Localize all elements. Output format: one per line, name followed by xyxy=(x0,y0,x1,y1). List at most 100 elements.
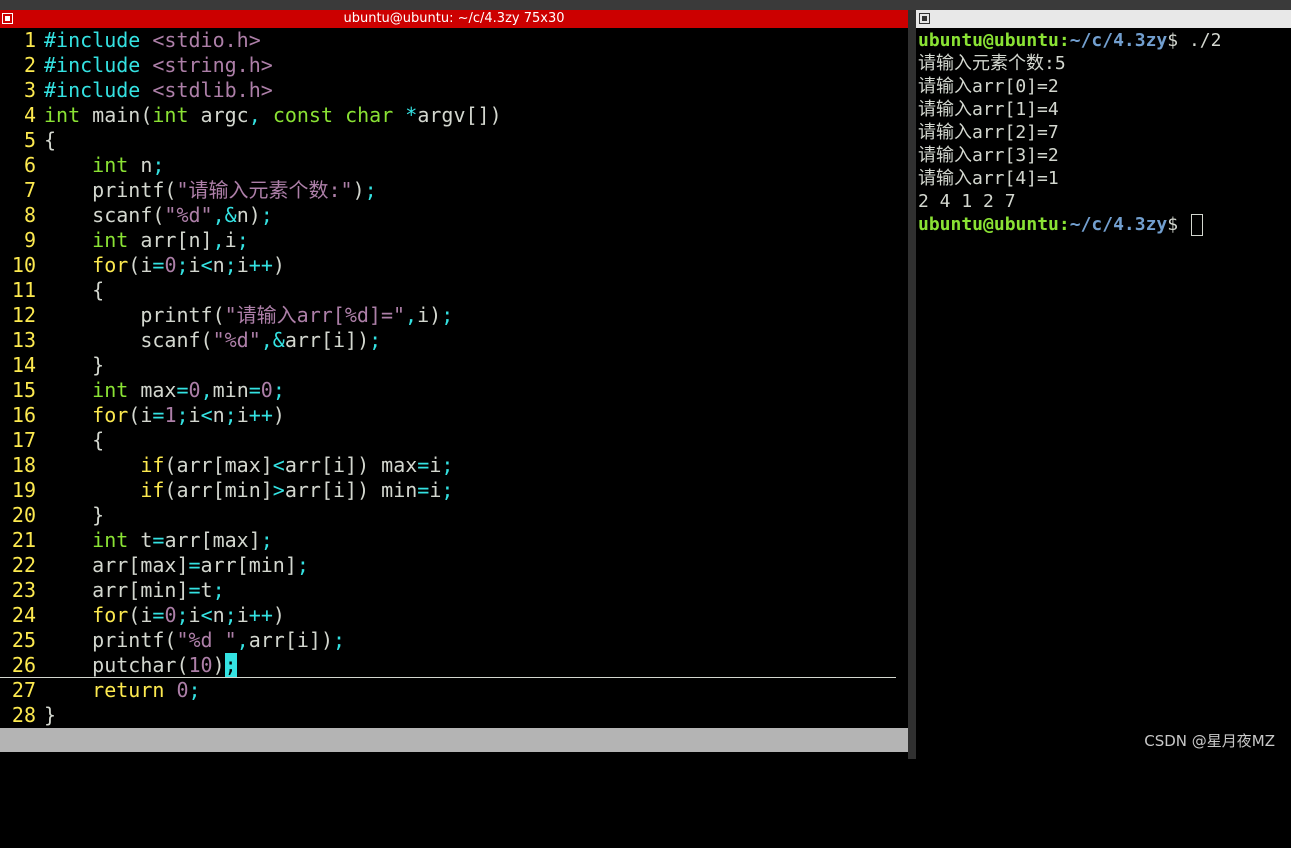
code-text: printf("请输入arr[%d]=",i); xyxy=(44,303,454,327)
prompt-line-current[interactable]: ubuntu@ubuntu:~/c/4.3zy$ xyxy=(918,213,1221,236)
line-number: 12 xyxy=(11,303,36,327)
code-line[interactable]: 11 { xyxy=(0,278,908,303)
line-number: 23 xyxy=(11,578,36,602)
code-text: #include <stdlib.h> xyxy=(44,78,273,102)
code-text: } xyxy=(44,353,105,377)
code-line[interactable]: 9 int arr[n],i; xyxy=(0,228,908,253)
status-scroll-indicator: All xyxy=(860,800,897,824)
line-number: 9 xyxy=(23,228,36,252)
code-line[interactable]: 1 #include <stdio.h> xyxy=(0,28,908,53)
code-line[interactable]: 19 if(arr[min]>arr[i]) min=i; xyxy=(0,478,908,503)
line-number: 6 xyxy=(23,153,36,177)
right-terminal-titlebar[interactable] xyxy=(916,10,1291,28)
code-line[interactable]: 21 int t=arr[max]; xyxy=(0,528,908,553)
prompt-line: ubuntu@ubuntu:~/c/4.3zy$ ./2 xyxy=(918,30,1222,51)
line-number: 16 xyxy=(11,403,36,427)
output-line: 2 4 1 2 7 xyxy=(918,191,1016,212)
code-text: int max=0,min=0; xyxy=(92,378,285,402)
line-number: 24 xyxy=(11,603,36,627)
line-number: 4 xyxy=(23,103,36,127)
code-text: scanf("%d",&arr[i]); xyxy=(44,328,382,352)
code-line[interactable]: 26 putchar(10); xyxy=(0,653,896,678)
line-number: 8 xyxy=(23,203,36,227)
line-number: 5 xyxy=(23,128,36,152)
code-line[interactable]: 22 arr[max]=arr[min]; xyxy=(0,553,908,578)
code-text: printf("%d ",arr[i]); xyxy=(44,628,346,652)
code-line[interactable]: 13 scanf("%d",&arr[i]); xyxy=(0,328,908,353)
line-number: 15 xyxy=(11,378,36,402)
code-text: putchar(10); xyxy=(44,653,237,677)
terminal-output[interactable]: ubuntu@ubuntu:~/c/4.3zy$ ./2 请输入元素个数:5 请输… xyxy=(918,29,1221,236)
code-text: { xyxy=(44,128,57,152)
code-text: } xyxy=(44,703,57,727)
code-line[interactable]: 3 #include <stdlib.h> xyxy=(0,78,908,103)
line-number: 18 xyxy=(11,453,36,477)
code-text: int arr[n],i; xyxy=(92,228,249,252)
code-text: return 0; xyxy=(92,678,201,702)
code-line[interactable]: 27 return 0; xyxy=(0,678,908,703)
code-text: int main(int argc, const char *argv[]) xyxy=(44,103,502,127)
code-line[interactable]: 28} xyxy=(0,703,908,728)
status-filename: 2.c xyxy=(0,752,37,776)
output-line: 请输入arr[0]=2 xyxy=(918,76,1059,97)
code-text: arr[max]=arr[min]; xyxy=(44,553,309,577)
code-line[interactable]: 4 int main(int argc, const char *argv[]) xyxy=(0,103,908,128)
vim-status-line: 2.c 26,13-16 All xyxy=(0,728,908,824)
code-line[interactable]: 8 scanf("%d",&n); xyxy=(0,203,908,228)
line-number: 10 xyxy=(11,253,36,277)
window-menu-icon[interactable] xyxy=(2,13,13,24)
code-text: { xyxy=(44,428,105,452)
window-menu-icon[interactable] xyxy=(919,13,930,24)
command-text: ./2 xyxy=(1178,30,1222,51)
code-text: if(arr[min]>arr[i]) min=i; xyxy=(140,478,454,502)
shell-terminal-window[interactable]: ubuntu@ubuntu:~/c/4.3zy$ ./2 请输入元素个数:5 请输… xyxy=(916,10,1291,759)
code-line[interactable]: 2 #include <string.h> xyxy=(0,53,908,78)
code-text: int n; xyxy=(92,153,165,177)
vim-terminal-window[interactable]: ubuntu@ubuntu: ~/c/4.3zy 75x30 1 #include… xyxy=(0,10,908,824)
code-line[interactable]: 18 if(arr[max]<arr[i]) max=i; xyxy=(0,453,908,478)
code-text: if(arr[max]<arr[i]) max=i; xyxy=(140,453,454,477)
code-line[interactable]: 6 int n; xyxy=(0,153,908,178)
code-text: for(i=0;i<n;i++) xyxy=(92,603,285,627)
code-text: } xyxy=(44,503,105,527)
line-number: 7 xyxy=(23,178,36,202)
code-text: printf("请输入元素个数:"); xyxy=(44,178,377,202)
code-line[interactable]: 7 printf("请输入元素个数:"); xyxy=(0,178,908,203)
code-line[interactable]: 15 int max=0,min=0; xyxy=(0,378,908,403)
line-number: 28 xyxy=(11,703,36,727)
line-number: 22 xyxy=(11,553,36,577)
code-line[interactable]: 16 for(i=1;i<n;i++) xyxy=(0,403,908,428)
code-line[interactable]: 17 { xyxy=(0,428,908,453)
line-number: 21 xyxy=(11,528,36,552)
code-line[interactable]: 10 for(i=0;i<n;i++) xyxy=(0,253,908,278)
code-line[interactable]: 5{ xyxy=(0,128,908,153)
code-text: int t=arr[max]; xyxy=(92,528,273,552)
line-number: 19 xyxy=(11,478,36,502)
line-number: 17 xyxy=(11,428,36,452)
line-number: 13 xyxy=(11,328,36,352)
code-line[interactable]: 14 } xyxy=(0,353,908,378)
desktop-top-strip xyxy=(0,0,1291,10)
output-line: 请输入arr[3]=2 xyxy=(918,145,1059,166)
code-line[interactable]: 25 printf("%d ",arr[i]); xyxy=(0,628,908,653)
line-number: 1 xyxy=(23,28,36,52)
code-text: scanf("%d",&n); xyxy=(44,203,273,227)
line-number: 3 xyxy=(23,78,36,102)
code-line[interactable]: 23 arr[min]=t; xyxy=(0,578,908,603)
line-number: 25 xyxy=(11,628,36,652)
left-terminal-titlebar[interactable]: ubuntu@ubuntu: ~/c/4.3zy 75x30 xyxy=(0,10,908,28)
code-text: #include <string.h> xyxy=(44,53,273,77)
line-number: 20 xyxy=(11,503,36,527)
status-cursor-position: 26,13-16 xyxy=(680,776,777,800)
code-line[interactable]: 24 for(i=0;i<n;i++) xyxy=(0,603,908,628)
terminal-cursor xyxy=(1190,214,1203,236)
left-terminal-title: ubuntu@ubuntu: ~/c/4.3zy 75x30 xyxy=(343,11,565,26)
window-divider xyxy=(908,10,916,759)
output-line: 请输入元素个数:5 xyxy=(918,53,1066,74)
code-text: #include <stdio.h> xyxy=(44,28,261,52)
output-line: 请输入arr[1]=4 xyxy=(918,99,1059,120)
code-editor[interactable]: 1 #include <stdio.h> 2 #include <string.h> 3… xyxy=(0,28,908,728)
line-number: 27 xyxy=(11,678,36,702)
code-line[interactable]: 20 } xyxy=(0,503,908,528)
code-line[interactable]: 12 printf("请输入arr[%d]=",i); xyxy=(0,303,908,328)
